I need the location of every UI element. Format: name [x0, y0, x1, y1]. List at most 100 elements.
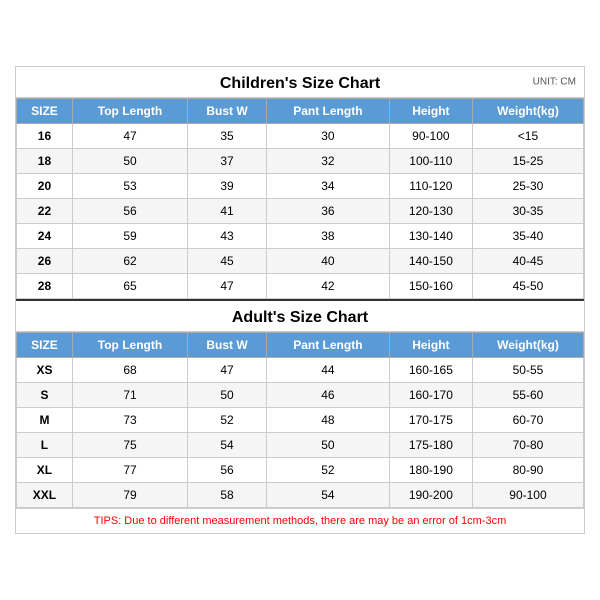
- children-cell: 100-110: [389, 149, 472, 174]
- children-cell: 47: [72, 124, 187, 149]
- adult-row: L755450175-18070-80: [17, 433, 584, 458]
- children-cell: 39: [188, 174, 267, 199]
- adult-cell: 50: [266, 433, 389, 458]
- children-cell: 34: [266, 174, 389, 199]
- adult-cell: 56: [188, 458, 267, 483]
- adult-cell: 68: [72, 358, 187, 383]
- children-cell: 53: [72, 174, 187, 199]
- header-weight: Weight(kg): [472, 99, 583, 124]
- adult-cell: 54: [266, 483, 389, 508]
- children-cell: 25-30: [472, 174, 583, 199]
- children-cell: 56: [72, 199, 187, 224]
- children-cell: 120-130: [389, 199, 472, 224]
- header-height: Height: [389, 99, 472, 124]
- adult-cell: 160-170: [389, 383, 472, 408]
- adult-cell: 180-190: [389, 458, 472, 483]
- children-cell: 47: [188, 274, 267, 299]
- adult-cell: XL: [17, 458, 73, 483]
- children-cell: 35-40: [472, 224, 583, 249]
- children-cell: 32: [266, 149, 389, 174]
- children-cell: 42: [266, 274, 389, 299]
- children-table: SIZE Top Length Bust W Pant Length Heigh…: [16, 98, 584, 299]
- adult-cell: 80-90: [472, 458, 583, 483]
- adult-cell: 50: [188, 383, 267, 408]
- adult-cell: XXL: [17, 483, 73, 508]
- adult-cell: 55-60: [472, 383, 583, 408]
- adult-cell: S: [17, 383, 73, 408]
- children-cell: 59: [72, 224, 187, 249]
- children-title: Children's Size Chart: [220, 75, 380, 92]
- adult-title: Adult's Size Chart: [232, 309, 368, 326]
- chart-container: Children's Size Chart UNIT: CM SIZE Top …: [15, 66, 585, 534]
- children-cell: 37: [188, 149, 267, 174]
- adult-cell: 170-175: [389, 408, 472, 433]
- adult-header-size: SIZE: [17, 333, 73, 358]
- adult-cell: 50-55: [472, 358, 583, 383]
- children-cell: 140-150: [389, 249, 472, 274]
- header-top-length: Top Length: [72, 99, 187, 124]
- adult-cell: 54: [188, 433, 267, 458]
- adult-cell: 44: [266, 358, 389, 383]
- header-bust-w: Bust W: [188, 99, 267, 124]
- children-cell: 150-160: [389, 274, 472, 299]
- adult-cell: L: [17, 433, 73, 458]
- adult-cell: 77: [72, 458, 187, 483]
- adult-cell: 70-80: [472, 433, 583, 458]
- adult-cell: 79: [72, 483, 187, 508]
- children-row: 22564136120-13030-35: [17, 199, 584, 224]
- children-row: 20533934110-12025-30: [17, 174, 584, 199]
- children-cell: 62: [72, 249, 187, 274]
- adult-cell: 160-165: [389, 358, 472, 383]
- children-header-row: SIZE Top Length Bust W Pant Length Heigh…: [17, 99, 584, 124]
- children-cell: 50: [72, 149, 187, 174]
- adult-header-height: Height: [389, 333, 472, 358]
- adult-row: S715046160-17055-60: [17, 383, 584, 408]
- adult-cell: 52: [266, 458, 389, 483]
- children-cell: 43: [188, 224, 267, 249]
- children-row: 24594338130-14035-40: [17, 224, 584, 249]
- children-row: 26624540140-15040-45: [17, 249, 584, 274]
- children-cell: 35: [188, 124, 267, 149]
- children-cell: 36: [266, 199, 389, 224]
- adult-cell: 60-70: [472, 408, 583, 433]
- adult-cell: 71: [72, 383, 187, 408]
- adult-row: XS684744160-16550-55: [17, 358, 584, 383]
- adult-cell: 73: [72, 408, 187, 433]
- children-cell: 45: [188, 249, 267, 274]
- children-cell: 45-50: [472, 274, 583, 299]
- children-cell: 18: [17, 149, 73, 174]
- children-cell: 41: [188, 199, 267, 224]
- children-cell: 90-100: [389, 124, 472, 149]
- children-row: 1647353090-100<15: [17, 124, 584, 149]
- children-title-row: Children's Size Chart UNIT: CM: [16, 67, 584, 98]
- children-cell: 65: [72, 274, 187, 299]
- adult-cell: 47: [188, 358, 267, 383]
- adult-header-pant-length: Pant Length: [266, 333, 389, 358]
- children-cell: 24: [17, 224, 73, 249]
- children-cell: 15-25: [472, 149, 583, 174]
- adult-header-row: SIZE Top Length Bust W Pant Length Heigh…: [17, 333, 584, 358]
- adult-cell: 90-100: [472, 483, 583, 508]
- children-cell: 38: [266, 224, 389, 249]
- children-cell: 30: [266, 124, 389, 149]
- adult-cell: 48: [266, 408, 389, 433]
- adult-cell: 75: [72, 433, 187, 458]
- adult-cell: 175-180: [389, 433, 472, 458]
- adult-header-bust-w: Bust W: [188, 333, 267, 358]
- children-cell: 26: [17, 249, 73, 274]
- adult-cell: 46: [266, 383, 389, 408]
- adult-row: M735248170-17560-70: [17, 408, 584, 433]
- adult-cell: 190-200: [389, 483, 472, 508]
- adult-row: XL775652180-19080-90: [17, 458, 584, 483]
- adult-header-top-length: Top Length: [72, 333, 187, 358]
- adult-row: XXL795854190-20090-100: [17, 483, 584, 508]
- adult-cell: M: [17, 408, 73, 433]
- header-size: SIZE: [17, 99, 73, 124]
- children-cell: 40-45: [472, 249, 583, 274]
- tips-row: TIPS: Due to different measurement metho…: [16, 508, 584, 533]
- children-cell: 20: [17, 174, 73, 199]
- adult-header-weight: Weight(kg): [472, 333, 583, 358]
- tips-text: TIPS: Due to different measurement metho…: [94, 515, 506, 527]
- children-cell: 30-35: [472, 199, 583, 224]
- header-pant-length: Pant Length: [266, 99, 389, 124]
